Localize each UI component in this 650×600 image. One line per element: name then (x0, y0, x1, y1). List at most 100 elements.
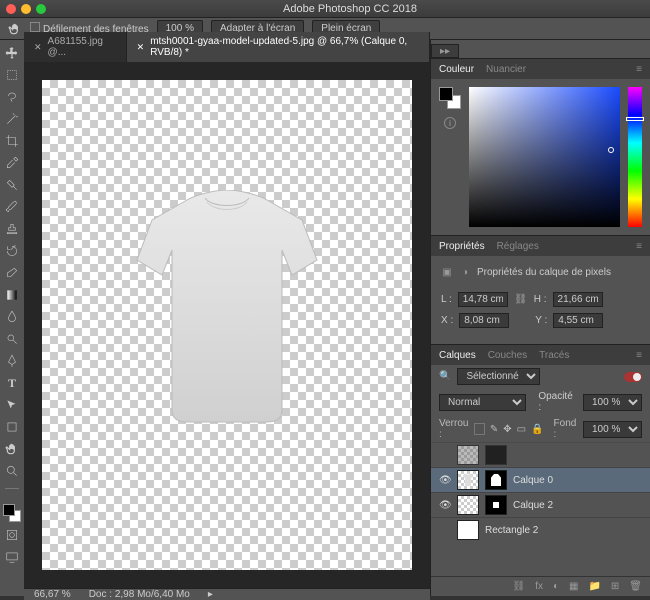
dodge-tool-icon[interactable] (3, 330, 21, 348)
type-tool-icon[interactable]: T (3, 374, 21, 392)
layer-mask-thumb (485, 470, 507, 490)
link-layers-icon[interactable]: ⛓ (512, 581, 525, 592)
crop-tool-icon[interactable] (3, 132, 21, 150)
wand-tool-icon[interactable] (3, 110, 21, 128)
document-tab-1[interactable]: ✕ A681155.jpg @... (24, 32, 127, 62)
close-window-icon[interactable] (6, 4, 16, 14)
maximize-window-icon[interactable] (36, 4, 46, 14)
layer-thumb (457, 445, 479, 465)
fx-icon[interactable]: fx (535, 581, 543, 592)
tab-label: mtsh0001-gyaa-model-updated-5.jpg @ 66,7… (150, 36, 419, 58)
color-swatches[interactable] (3, 504, 21, 522)
link-dimensions-icon[interactable]: ⛓ (514, 294, 528, 305)
layer-thumb (457, 520, 479, 540)
adjustments-tab[interactable]: Réglages (497, 241, 539, 252)
panel-menu-icon[interactable]: ≡ (636, 350, 642, 361)
visibility-icon[interactable]: 👁 (439, 500, 451, 511)
color-tab[interactable]: Couleur (439, 64, 474, 75)
quickmask-icon[interactable] (3, 526, 21, 544)
panel-menu-icon[interactable]: ≡ (636, 64, 642, 75)
adjustment-layer-icon[interactable]: ▦ (569, 581, 578, 592)
path-tool-icon[interactable] (3, 396, 21, 414)
layer-thumb (457, 495, 479, 515)
blend-mode-select[interactable]: Normal (439, 394, 526, 411)
eraser-tool-icon[interactable] (3, 264, 21, 282)
hue-slider[interactable] (628, 87, 642, 227)
mask-icon: ◑ (459, 266, 471, 278)
doc-size: Doc : 2,98 Mo/6,40 Mo (89, 589, 190, 600)
window-controls (6, 4, 46, 14)
lasso-tool-icon[interactable] (3, 88, 21, 106)
mini-swatches[interactable] (439, 87, 461, 109)
layer-name[interactable]: Calque 0 (513, 475, 553, 486)
minimize-window-icon[interactable] (21, 4, 31, 14)
layer-row[interactable]: 👁 Calque 0 (431, 467, 650, 492)
visibility-icon[interactable]: 👁 (439, 475, 451, 486)
screenmode-icon[interactable] (3, 548, 21, 566)
layer-row[interactable] (431, 442, 650, 467)
color-panel: Couleur Nuancier ≡ i (431, 58, 650, 235)
layer-row[interactable]: 👁 Calque 2 (431, 492, 650, 517)
y-label: Y : (535, 315, 547, 326)
layer-filter-select[interactable]: Sélectionné (457, 368, 540, 385)
lock-pixels-icon[interactable]: ✎ (490, 424, 498, 435)
canvas-viewport[interactable] (24, 62, 430, 588)
stamp-tool-icon[interactable] (3, 220, 21, 238)
foreground-color-swatch[interactable] (3, 504, 15, 516)
close-tab-icon[interactable]: ✕ (137, 42, 145, 53)
paths-tab[interactable]: Tracés (539, 350, 569, 361)
color-picker-field[interactable] (469, 87, 620, 227)
info-icon[interactable]: i (444, 117, 456, 129)
lock-artboard-icon[interactable]: ▭ (517, 424, 526, 435)
hue-handle[interactable] (626, 117, 644, 121)
new-layer-icon[interactable]: ⊞ (611, 581, 619, 592)
y-field[interactable] (553, 313, 603, 328)
status-arrow-icon[interactable]: ▸ (208, 589, 213, 600)
layers-tab[interactable]: Calques (439, 350, 476, 361)
opacity-select[interactable]: 100 % (583, 394, 642, 411)
layer-row[interactable]: Rectangle 2 (431, 517, 650, 542)
width-label: L : (441, 294, 452, 305)
hand-tool-icon[interactable] (8, 22, 22, 36)
height-field[interactable] (553, 292, 603, 307)
opacity-label: Opacité : (538, 391, 577, 413)
document-tab-2[interactable]: ✕ mtsh0001-gyaa-model-updated-5.jpg @ 66… (127, 32, 430, 62)
channels-tab[interactable]: Couches (488, 350, 527, 361)
move-tool-icon[interactable] (3, 44, 21, 62)
blur-tool-icon[interactable] (3, 308, 21, 326)
gradient-tool-icon[interactable] (3, 286, 21, 304)
collapsed-panel-icon[interactable]: ▸▸ (431, 44, 459, 58)
x-field[interactable] (459, 313, 509, 328)
layer-name[interactable]: Rectangle 2 (485, 525, 538, 536)
new-group-icon[interactable]: 📁 (588, 581, 600, 592)
width-field[interactable] (458, 292, 508, 307)
panel-menu-icon[interactable]: ≡ (636, 241, 642, 252)
lock-all-icon[interactable]: 🔒 (531, 424, 543, 435)
fg-swatch[interactable] (439, 87, 453, 101)
pen-tool-icon[interactable] (3, 352, 21, 370)
delete-layer-icon[interactable]: 🗑 (629, 581, 642, 592)
zoom-tool-icon[interactable] (3, 462, 21, 480)
title-bar: Adobe Photoshop CC 2018 (0, 0, 650, 18)
shape-tool-icon[interactable] (3, 418, 21, 436)
eyedropper-tool-icon[interactable] (3, 154, 21, 172)
hand-tool-icon-2[interactable] (3, 440, 21, 458)
layer-name[interactable]: Calque 2 (513, 500, 553, 511)
fill-select[interactable]: 100 % (583, 421, 642, 438)
marquee-tool-icon[interactable] (3, 66, 21, 84)
properties-panel: Propriétés Réglages ≡ ▣ ◑ Propriétés du … (431, 235, 650, 344)
filter-icon[interactable]: 🔍 (439, 371, 451, 382)
filter-toggle[interactable] (624, 372, 642, 382)
canvas[interactable] (42, 80, 412, 570)
brush-tool-icon[interactable] (3, 198, 21, 216)
add-mask-icon[interactable]: ◐ (553, 581, 559, 592)
layer-mask-thumb (485, 445, 507, 465)
lock-position-icon[interactable]: ✥ (503, 424, 511, 435)
lock-transparency-icon[interactable] (474, 423, 485, 435)
properties-tab[interactable]: Propriétés (439, 241, 485, 252)
close-tab-icon[interactable]: ✕ (34, 42, 42, 53)
properties-title: Propriétés du calque de pixels (477, 267, 611, 278)
swatches-tab[interactable]: Nuancier (486, 64, 526, 75)
history-brush-tool-icon[interactable] (3, 242, 21, 260)
heal-tool-icon[interactable] (3, 176, 21, 194)
